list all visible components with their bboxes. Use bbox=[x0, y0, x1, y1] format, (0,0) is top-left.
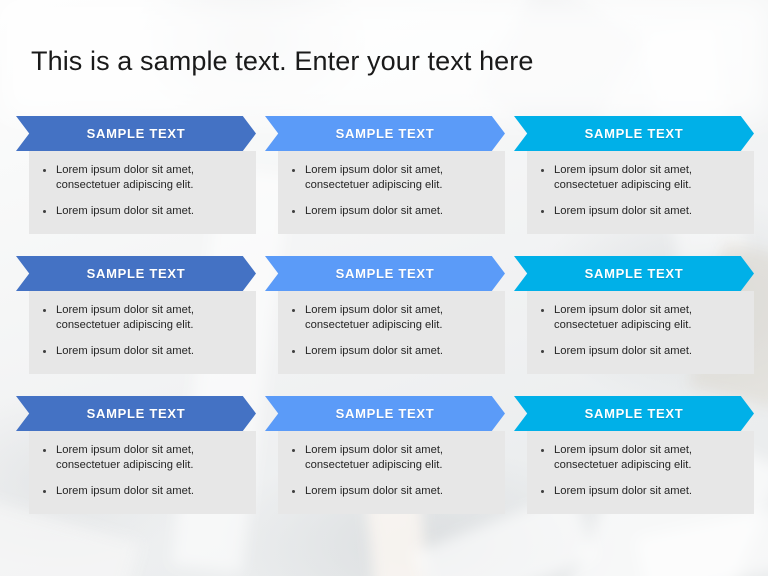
list-item: Lorem ipsum dolor sit amet, consectetuer… bbox=[537, 303, 746, 333]
bullet-list: Lorem ipsum dolor sit amet, consectetuer… bbox=[39, 443, 248, 499]
list-item: Lorem ipsum dolor sit amet, consectetuer… bbox=[288, 443, 497, 473]
list-item: Lorem ipsum dolor sit amet. bbox=[288, 204, 497, 219]
card-header-label: SAMPLE TEXT bbox=[584, 126, 684, 141]
card-grid: SAMPLE TEXT Lorem ipsum dolor sit amet, … bbox=[0, 0, 768, 576]
card-header-banner: SAMPLE TEXT bbox=[265, 256, 505, 291]
card-header-banner: SAMPLE TEXT bbox=[16, 256, 256, 291]
list-item: Lorem ipsum dolor sit amet. bbox=[537, 204, 746, 219]
card-header-label: SAMPLE TEXT bbox=[86, 126, 186, 141]
card-header-label: SAMPLE TEXT bbox=[584, 406, 684, 421]
card-body: Lorem ipsum dolor sit amet, consectetuer… bbox=[278, 431, 505, 514]
bullet-list: Lorem ipsum dolor sit amet, consectetuer… bbox=[39, 303, 248, 359]
bullet-list: Lorem ipsum dolor sit amet, consectetuer… bbox=[537, 443, 746, 499]
card-header-banner: SAMPLE TEXT bbox=[514, 116, 754, 151]
card-body: Lorem ipsum dolor sit amet, consectetuer… bbox=[527, 431, 754, 514]
bullet-list: Lorem ipsum dolor sit amet, consectetuer… bbox=[537, 163, 746, 219]
list-item: Lorem ipsum dolor sit amet, consectetuer… bbox=[288, 163, 497, 193]
card-r3c2[interactable]: SAMPLE TEXT Lorem ipsum dolor sit amet, … bbox=[265, 396, 505, 514]
card-body: Lorem ipsum dolor sit amet, consectetuer… bbox=[527, 151, 754, 234]
card-header-label: SAMPLE TEXT bbox=[335, 266, 435, 281]
bullet-list: Lorem ipsum dolor sit amet, consectetuer… bbox=[288, 443, 497, 499]
card-header-label: SAMPLE TEXT bbox=[335, 126, 435, 141]
card-r2c2[interactable]: SAMPLE TEXT Lorem ipsum dolor sit amet, … bbox=[265, 256, 505, 374]
list-item: Lorem ipsum dolor sit amet. bbox=[39, 204, 248, 219]
bullet-list: Lorem ipsum dolor sit amet, consectetuer… bbox=[288, 163, 497, 219]
card-header-banner: SAMPLE TEXT bbox=[16, 396, 256, 431]
card-header-label: SAMPLE TEXT bbox=[86, 406, 186, 421]
card-body: Lorem ipsum dolor sit amet, consectetuer… bbox=[278, 151, 505, 234]
card-header-label: SAMPLE TEXT bbox=[335, 406, 435, 421]
slide-canvas: This is a sample text. Enter your text h… bbox=[0, 0, 768, 576]
card-header-banner: SAMPLE TEXT bbox=[514, 396, 754, 431]
card-r3c3[interactable]: SAMPLE TEXT Lorem ipsum dolor sit amet, … bbox=[514, 396, 754, 514]
list-item: Lorem ipsum dolor sit amet. bbox=[288, 344, 497, 359]
list-item: Lorem ipsum dolor sit amet, consectetuer… bbox=[537, 163, 746, 193]
card-body: Lorem ipsum dolor sit amet, consectetuer… bbox=[29, 431, 256, 514]
card-r2c3[interactable]: SAMPLE TEXT Lorem ipsum dolor sit amet, … bbox=[514, 256, 754, 374]
card-body: Lorem ipsum dolor sit amet, consectetuer… bbox=[527, 291, 754, 374]
bullet-list: Lorem ipsum dolor sit amet, consectetuer… bbox=[537, 303, 746, 359]
card-r1c2[interactable]: SAMPLE TEXT Lorem ipsum dolor sit amet, … bbox=[265, 116, 505, 234]
list-item: Lorem ipsum dolor sit amet. bbox=[537, 344, 746, 359]
card-body: Lorem ipsum dolor sit amet, consectetuer… bbox=[29, 151, 256, 234]
card-header-label: SAMPLE TEXT bbox=[584, 266, 684, 281]
card-header-banner: SAMPLE TEXT bbox=[265, 116, 505, 151]
list-item: Lorem ipsum dolor sit amet, consectetuer… bbox=[39, 303, 248, 333]
bullet-list: Lorem ipsum dolor sit amet, consectetuer… bbox=[288, 303, 497, 359]
card-header-label: SAMPLE TEXT bbox=[86, 266, 186, 281]
card-header-banner: SAMPLE TEXT bbox=[265, 396, 505, 431]
list-item: Lorem ipsum dolor sit amet. bbox=[39, 484, 248, 499]
bullet-list: Lorem ipsum dolor sit amet, consectetuer… bbox=[39, 163, 248, 219]
list-item: Lorem ipsum dolor sit amet, consectetuer… bbox=[39, 443, 248, 473]
card-header-banner: SAMPLE TEXT bbox=[16, 116, 256, 151]
card-r3c1[interactable]: SAMPLE TEXT Lorem ipsum dolor sit amet, … bbox=[16, 396, 256, 514]
list-item: Lorem ipsum dolor sit amet, consectetuer… bbox=[39, 163, 248, 193]
list-item: Lorem ipsum dolor sit amet. bbox=[288, 484, 497, 499]
card-header-banner: SAMPLE TEXT bbox=[514, 256, 754, 291]
card-r2c1[interactable]: SAMPLE TEXT Lorem ipsum dolor sit amet, … bbox=[16, 256, 256, 374]
card-body: Lorem ipsum dolor sit amet, consectetuer… bbox=[278, 291, 505, 374]
card-r1c1[interactable]: SAMPLE TEXT Lorem ipsum dolor sit amet, … bbox=[16, 116, 256, 234]
card-body: Lorem ipsum dolor sit amet, consectetuer… bbox=[29, 291, 256, 374]
card-r1c3[interactable]: SAMPLE TEXT Lorem ipsum dolor sit amet, … bbox=[514, 116, 754, 234]
list-item: Lorem ipsum dolor sit amet, consectetuer… bbox=[537, 443, 746, 473]
list-item: Lorem ipsum dolor sit amet. bbox=[39, 344, 248, 359]
list-item: Lorem ipsum dolor sit amet, consectetuer… bbox=[288, 303, 497, 333]
list-item: Lorem ipsum dolor sit amet. bbox=[537, 484, 746, 499]
